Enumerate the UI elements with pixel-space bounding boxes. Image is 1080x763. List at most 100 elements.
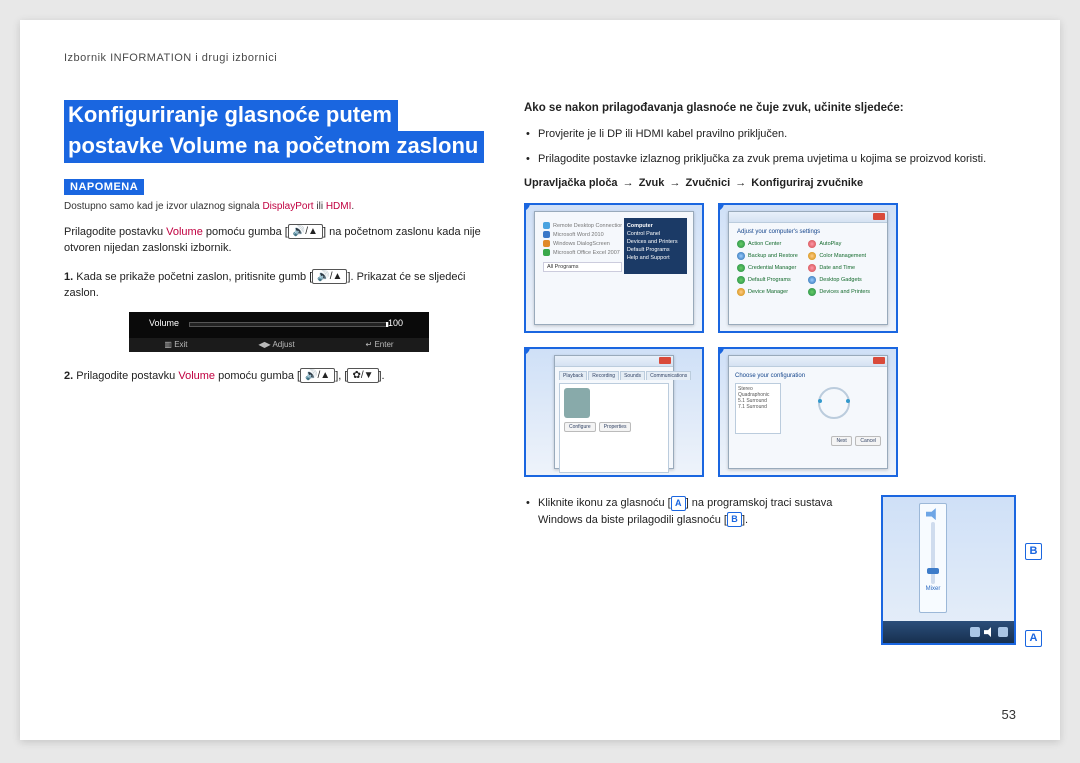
tray-flag-icon — [970, 627, 980, 637]
speaker-circle — [818, 387, 850, 419]
label-b-inline: B — [727, 512, 742, 527]
btn-icon-vol-up: 🔊/▲ — [288, 224, 323, 239]
note-text-mid: ili — [314, 201, 326, 212]
osd-exit: ▥ Exit — [164, 339, 187, 351]
osd-value: 100 — [388, 317, 403, 331]
note-red-displayport: DisplayPort — [262, 201, 313, 212]
nav-path: Upravljačka ploča → Zvuk → Zvučnici → Ko… — [524, 177, 1016, 189]
step-2-num: 2. — [64, 370, 73, 382]
tray-volume-icon — [984, 627, 994, 637]
close-icon — [873, 357, 885, 364]
config-list: StereoQuadraphonic5.1 Surround7.1 Surrou… — [735, 383, 781, 434]
configure-btn: Configure — [564, 422, 596, 432]
tray-border: Mixer — [881, 495, 1016, 645]
title-line-1: Konfiguriranje glasnoće putem — [64, 100, 398, 131]
cancel-btn: Cancel — [855, 436, 881, 446]
slider-thumb — [927, 568, 939, 574]
pointer-a: A — [1025, 630, 1042, 647]
all-programs: All Programs — [543, 262, 622, 272]
thumb-4-badge: 4 — [718, 347, 724, 355]
right-column: Ako se nakon prilagođavanja glasnoće ne … — [524, 100, 1016, 700]
thumb-4-speaker-setup: 4 Choose your configuration StereoQuadra… — [718, 347, 898, 477]
step-1-num: 1. — [64, 271, 73, 283]
cp-heading: Adjust your computer's settings — [737, 229, 879, 235]
breadcrumb: Izbornik INFORMATION i drugi izbornici — [64, 52, 277, 64]
path-4: Konfiguriraj zvučnike — [751, 177, 863, 189]
note-badge: NAPOMENA — [64, 179, 144, 195]
close-icon — [873, 213, 885, 220]
bullet-2: Prilagodite postavke izlaznog priključka… — [524, 151, 1016, 168]
step-2-post: ]. — [379, 370, 385, 382]
body-red-volume: Volume — [166, 226, 203, 238]
path-arrow-1: → — [623, 177, 634, 189]
lower-post: ]. — [742, 514, 748, 526]
lower-bullet: Kliknite ikonu za glasnoću [A] na progra… — [524, 495, 861, 528]
label-a-inline: A — [671, 496, 686, 511]
path-arrow-3: → — [735, 177, 746, 189]
thumb-1-badge: 1 — [524, 203, 530, 211]
osd-label: Volume — [149, 317, 179, 331]
document-page: Izbornik INFORMATION i drugi izbornici K… — [20, 20, 1060, 740]
start-menu-right: Computer Control Panel Devices and Print… — [624, 218, 687, 274]
content-columns: Konfiguriranje glasnoće putem postavke V… — [64, 100, 1016, 700]
osd-bottom-bar: ▥ Exit ◀▶ Adjust ↵ Enter — [129, 338, 429, 352]
start-menu-left: Remote Desktop Connection Microsoft Word… — [541, 218, 624, 274]
lower-pre: Kliknite ikonu za glasnoću [ — [538, 497, 671, 509]
path-1: Upravljačka ploča — [524, 177, 618, 189]
body-paragraph: Prilagodite postavku Volume pomoću gumba… — [64, 224, 494, 257]
speaker-icon — [564, 388, 590, 418]
thumb-1-start-menu: 1 Remote Desktop Connection Microsoft Wo… — [524, 203, 704, 333]
path-3: Zvučnici — [686, 177, 731, 189]
volume-slider — [931, 522, 935, 584]
thumb-1-window: Remote Desktop Connection Microsoft Word… — [534, 211, 694, 325]
osd-track — [189, 322, 389, 327]
thumb-3-window: PlaybackRecordingSoundsCommunications Co… — [554, 355, 674, 469]
btn-icon-vol-up-3: 🔊/▲ — [300, 368, 335, 383]
step-2-sep: ], [ — [335, 370, 347, 382]
page-title: Konfiguriranje glasnoće putem postavke V… — [64, 100, 484, 163]
note-text-pre: Dostupno samo kad je izvor ulaznog signa… — [64, 201, 262, 212]
btn-icon-bc-down: ✿/▼ — [347, 368, 378, 383]
btn-icon-vol-up-2: 🔊/▲ — [312, 269, 347, 284]
body-post: pomoću gumba [ — [203, 226, 288, 238]
thumb-2-control-panel: 2 Adjust your computer's settings Action… — [718, 203, 898, 333]
step-2-pre: Prilagodite postavku — [73, 370, 178, 382]
osd-adjust: ◀▶ Adjust — [258, 339, 294, 351]
left-column: Konfiguriranje glasnoće putem postavke V… — [64, 100, 494, 700]
tray-figure: Mixer B A — [881, 495, 1016, 645]
page-number: 53 — [1002, 707, 1016, 722]
note-red-hdmi: HDMI — [326, 201, 352, 212]
step-2: 2. Prilagodite postavku Volume pomoću gu… — [64, 368, 494, 385]
properties-btn: Properties — [599, 422, 632, 432]
body-pre: Prilagodite postavku — [64, 226, 166, 238]
step-1-pre: Kada se prikaže početni zaslon, pritisni… — [73, 271, 312, 283]
path-2: Zvuk — [639, 177, 665, 189]
taskbar — [883, 621, 1014, 643]
thumb-2-badge: 2 — [718, 203, 724, 211]
lower-row: Kliknite ikonu za glasnoću [A] na progra… — [524, 495, 1016, 645]
thumb-3-sound-dialog: 3 PlaybackRecordingSoundsCommunications … — [524, 347, 704, 477]
step-1: 1. Kada se prikaže početni zaslon, priti… — [64, 269, 494, 352]
volume-popup: Mixer — [919, 503, 947, 613]
speaker-heading: Choose your configuration — [735, 373, 881, 379]
pointer-b: B — [1025, 543, 1042, 560]
thumb-4-window: Choose your configuration StereoQuadraph… — [728, 355, 888, 469]
bullet-list: Provjerite je li DP ili HDMI kabel pravi… — [524, 126, 1016, 167]
tray-network-icon — [998, 627, 1008, 637]
note-text-post: . — [351, 201, 354, 212]
step-2-red-volume: Volume — [178, 370, 215, 382]
thumbnail-grid: 1 Remote Desktop Connection Microsoft Wo… — [524, 203, 1016, 477]
mixer-link: Mixer — [920, 586, 946, 592]
close-icon — [659, 357, 671, 364]
path-arrow-2: → — [669, 177, 680, 189]
thumb-3-badge: 3 — [524, 347, 530, 355]
osd-volume-box: Volume 100 ▥ Exit ◀▶ Adjust ↵ Enter — [129, 312, 429, 352]
thumb-2-window: Adjust your computer's settings Action C… — [728, 211, 888, 325]
right-heading: Ako se nakon prilagođavanja glasnoće ne … — [524, 100, 1016, 116]
lower-text: Kliknite ikonu za glasnoću [A] na progra… — [524, 495, 861, 528]
next-btn: Next — [831, 436, 851, 446]
title-line-2: postavke Volume na početnom zaslonu — [64, 131, 484, 162]
thumb-1-content: Remote Desktop Connection Microsoft Word… — [535, 212, 693, 280]
bullet-1: Provjerite je li DP ili HDMI kabel pravi… — [524, 126, 1016, 143]
speaker-icon — [926, 508, 940, 520]
